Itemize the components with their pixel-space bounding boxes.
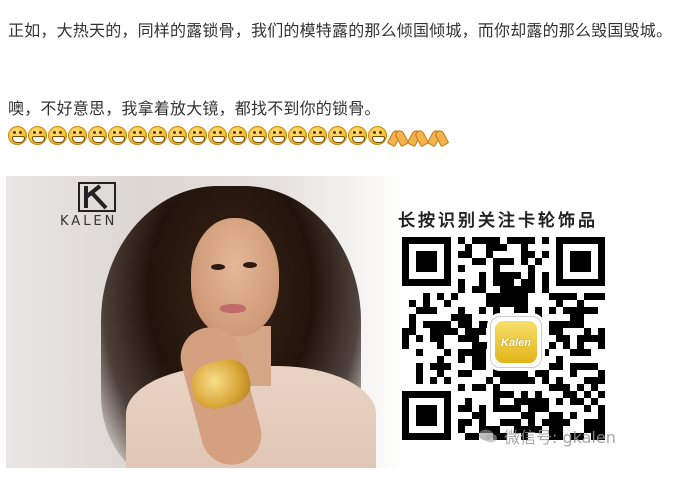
grin-emoji-icon xyxy=(288,126,307,145)
grin-emoji-icon xyxy=(188,126,207,145)
praying-hands-emoji-icon xyxy=(428,126,447,145)
grin-emoji-icon xyxy=(268,126,287,145)
kalen-logo-icon xyxy=(78,182,116,212)
qr-center-logo-badge: Kalen xyxy=(495,321,537,363)
grin-emoji-icon xyxy=(8,126,27,145)
grin-emoji-icon xyxy=(88,126,107,145)
wechat-watermark: 微信号: gkalen xyxy=(478,424,616,448)
grin-emoji-icon xyxy=(208,126,227,145)
grin-emoji-icon xyxy=(328,126,347,145)
model-face xyxy=(191,218,279,336)
wechat-icon xyxy=(479,429,497,443)
grin-emoji-icon xyxy=(48,126,67,145)
brand-logo-text: KALEN xyxy=(60,214,118,229)
promo-banner: KALEN 长按识别关注卡轮饰品 Kalen 微信号: gkalen xyxy=(6,176,684,468)
qr-center-logo-text: Kalen xyxy=(501,337,531,349)
grin-emoji-icon xyxy=(28,126,47,145)
model-eye-left xyxy=(211,264,225,270)
grin-emoji-icon xyxy=(168,126,187,145)
watermark-text: 微信号: gkalen xyxy=(504,428,616,447)
grin-emoji-icon xyxy=(148,126,167,145)
grin-emoji-icon xyxy=(108,126,127,145)
grin-emoji-icon xyxy=(228,126,247,145)
emoji-row xyxy=(8,126,447,148)
model-lips xyxy=(220,304,246,313)
grin-emoji-icon xyxy=(248,126,267,145)
grin-emoji-icon xyxy=(128,126,147,145)
article-body: 正如，大热天的，同样的露锁骨，我们的模特露的那么倾国倾城，而你却露的那么毁国毁城… xyxy=(0,0,690,485)
grin-emoji-icon xyxy=(68,126,87,145)
qr-center-logo: Kalen xyxy=(490,316,542,368)
model-eye-right xyxy=(243,262,257,268)
praying-hands-emoji-icon xyxy=(388,126,407,145)
paragraph-2: 噢，不好意思，我拿着放大镜，都找不到你的锁骨。 xyxy=(8,99,381,118)
grin-emoji-icon xyxy=(368,126,387,145)
grin-emoji-icon xyxy=(348,126,367,145)
paragraph-1: 正如，大热天的，同样的露锁骨，我们的模特露的那么倾国倾城，而你却露的那么毁国毁城… xyxy=(8,21,673,40)
qr-title: 长按识别关注卡轮饰品 xyxy=(398,211,598,231)
praying-hands-emoji-icon xyxy=(408,126,427,145)
grin-emoji-icon xyxy=(308,126,327,145)
